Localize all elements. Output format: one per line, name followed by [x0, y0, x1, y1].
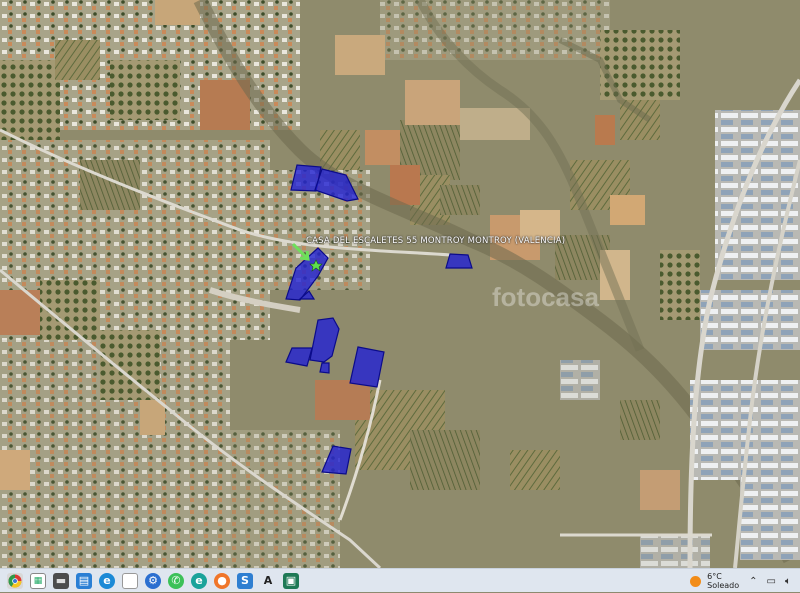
- volume-icon[interactable]: 🔈︎: [785, 576, 791, 587]
- parcel-polygon[interactable]: [319, 362, 330, 374]
- system-tray: 6°C Soleado ⌃ ▭ 🔈︎: [690, 569, 800, 593]
- location-label: CASA DEL ESCALETES 55 MONTROY MONTROY (V…: [306, 236, 566, 246]
- chrome-icon[interactable]: [7, 572, 23, 589]
- weather-condition: Soleado: [707, 581, 740, 590]
- weather-widget[interactable]: 6°C Soleado: [690, 572, 739, 590]
- whatsapp-icon[interactable]: ✆: [168, 572, 184, 589]
- network-icon[interactable]: ▭: [767, 576, 776, 587]
- screenshot-icon[interactable]: ▣: [283, 572, 299, 589]
- satellite-map[interactable]: CASA DEL ESCALETES 55 MONTROY MONTROY (V…: [0, 0, 800, 568]
- mail-icon[interactable]: ▤: [76, 572, 92, 589]
- parcel-polygon[interactable]: [445, 253, 473, 269]
- firefox-icon[interactable]: ●: [214, 572, 230, 589]
- edge-icon[interactable]: e: [99, 572, 115, 589]
- document-icon[interactable]: [122, 572, 138, 589]
- watermark: fotocasa: [492, 282, 599, 312]
- sun-icon: [690, 575, 702, 587]
- chevron-up-icon[interactable]: ⌃: [749, 576, 757, 587]
- weather-temperature: 6°C: [707, 572, 722, 581]
- settings-icon[interactable]: ⚙: [145, 572, 161, 589]
- folder-icon[interactable]: ▬: [53, 572, 69, 589]
- map-imagery: [0, 0, 800, 568]
- vpn-icon[interactable]: ▦: [30, 572, 46, 589]
- windows-taskbar: ▦ ▬ ▤ e ⚙ ✆ e ● S A ▣ 6°C Soleado ⌃ ▭ 🔈︎: [0, 568, 800, 592]
- app-s-icon[interactable]: S: [237, 572, 253, 589]
- app-a-icon[interactable]: A: [260, 573, 276, 589]
- edge-alt-icon[interactable]: e: [191, 572, 207, 589]
